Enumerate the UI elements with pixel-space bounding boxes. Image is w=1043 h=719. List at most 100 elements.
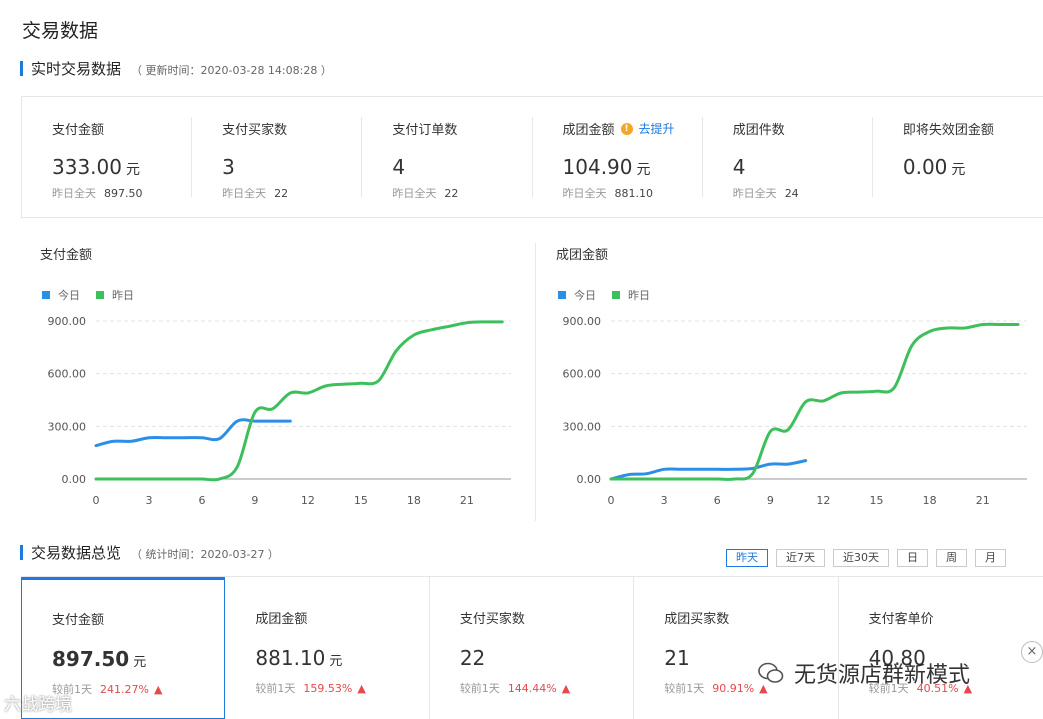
y-tick-label: 600.00 [48, 368, 87, 381]
tab-yesterday[interactable]: 昨天 [726, 549, 768, 567]
tab-last-30-days[interactable]: 近30天 [833, 549, 889, 567]
chart-pay-amount[interactable]: 0.00 300.00 600.00 900.00 0 3 6 9 12 15 18 21 [0, 300, 530, 515]
overview-card-pay-buyers[interactable]: 支付买家数 22 较前1天 144.44% ▲ [430, 577, 635, 719]
y-tick-label: 300.00 [563, 420, 602, 433]
compare-label: 较前1天 [255, 682, 296, 695]
stat-value: 4 [392, 155, 406, 179]
x-tick-label: 3 [145, 494, 152, 507]
legend-swatch [42, 291, 50, 299]
series-line-today[interactable] [609, 459, 808, 481]
stat-sub-value: 897.50 [104, 187, 143, 200]
y-tick-label: 900.00 [563, 315, 602, 328]
overview-card-avg-order-value[interactable]: 支付客单价 40.80 较前1天 40.51% ▲ [839, 577, 1043, 719]
chart-title-group-amount: 成团金额 [556, 248, 609, 263]
stat-label: 支付订单数 [392, 123, 458, 138]
chart-group-amount[interactable]: 0.00 300.00 600.00 900.00 0 3 6 9 12 15 18 21 [540, 300, 1040, 515]
tab-month[interactable]: 月 [975, 549, 1006, 567]
stat-value: 897.50 [52, 647, 130, 671]
realtime-section-title: 实时交易数据 [31, 60, 122, 78]
series-line-yesterday[interactable] [94, 320, 504, 482]
stat-sub-label: 昨日全天 [732, 187, 777, 200]
tab-last-7-days[interactable]: 近7天 [776, 549, 825, 567]
x-tick-label: 21 [460, 494, 474, 507]
stat-sub-label: 昨日全天 [392, 187, 437, 200]
overview-card-group-amount[interactable]: 成团金额 881.10 元 较前1天 159.53% ▲ [225, 577, 430, 719]
stat-sub-label: 昨日全天 [52, 187, 96, 200]
compare-percent: 159.53% [303, 681, 353, 695]
realtime-card-pay-amount: 支付金额 333.00 元 昨日全天 897.50 [22, 97, 193, 217]
arrow-up-icon: ▲ [153, 682, 163, 696]
series-line-yesterday[interactable] [609, 322, 1020, 481]
compare-label: 较前1天 [459, 682, 500, 695]
compare-percent: 90.91% [712, 681, 755, 695]
y-tick-label: 0.00 [62, 473, 87, 486]
stat-unit: 元 [951, 162, 966, 178]
chart-divider [535, 243, 536, 521]
stat-label: 支付买家数 [459, 612, 525, 627]
date-range-tabs: 昨天 近7天 近30天 日 周 月 [726, 549, 1014, 567]
legend-swatch [558, 291, 566, 299]
stat-value: 4 [732, 155, 746, 179]
series-line-today[interactable] [94, 418, 292, 448]
stat-value: 333.00 [52, 155, 122, 179]
stat-label: 成团买家数 [664, 612, 730, 627]
stat-label: 支付金额 [52, 613, 105, 628]
realtime-card-group-items: 成团件数 4 昨日全天 24 [703, 97, 873, 217]
y-tick-label: 600.00 [563, 368, 602, 381]
tab-week[interactable]: 周 [936, 549, 967, 567]
stat-label: 支付客单价 [868, 612, 934, 627]
x-tick-label: 12 [816, 494, 830, 507]
stat-label: 成团件数 [732, 123, 785, 138]
x-tick-label: 9 [251, 494, 258, 507]
stat-value: 3 [222, 155, 235, 179]
stat-sub-value: 22 [274, 187, 289, 200]
wechat-icon [758, 662, 784, 683]
x-tick-label: 6 [198, 494, 205, 507]
y-tick-label: 900.00 [48, 315, 87, 328]
stat-sub-value: 22 [444, 187, 459, 200]
chart-title-pay-amount: 支付金额 [40, 248, 93, 263]
realtime-card-pay-orders: 支付订单数 4 昨日全天 22 [362, 97, 533, 217]
stat-sub-label: 昨日全天 [562, 187, 607, 200]
arrow-up-icon: ▲ [357, 681, 366, 695]
x-tick-label: 15 [870, 494, 884, 507]
overview-stat-time: （ 统计时间：2020-03-27 ） [131, 548, 279, 561]
x-tick-label: 18 [407, 494, 421, 507]
overview-card-group-buyers[interactable]: 成团买家数 21 较前1天 90.91% ▲ [634, 577, 839, 719]
stat-sub-label: 昨日全天 [222, 187, 267, 200]
overview-stats-panel: 支付金额 897.50 元 较前1天 241.27% ▲ 成团金额 881.10 元 较… [21, 576, 1043, 719]
stat-value: 22 [459, 646, 486, 670]
watermark: 无货源店群新模式 [758, 657, 970, 689]
legend-swatch [96, 291, 104, 299]
x-tick-label: 3 [661, 494, 668, 507]
compare-label: 较前1天 [664, 682, 705, 695]
stat-unit: 元 [329, 654, 343, 669]
stat-unit: 元 [636, 162, 651, 178]
stat-label: 成团金额 [562, 123, 615, 138]
x-tick-label: 15 [354, 494, 368, 507]
stat-sub-value: 24 [784, 187, 799, 200]
x-tick-label: 6 [714, 494, 721, 507]
close-icon[interactable]: × [1021, 641, 1043, 663]
stat-label: 即将失效团金额 [902, 123, 994, 138]
section-accent-bar [20, 545, 23, 560]
legend-swatch [612, 291, 620, 299]
stat-label: 成团金额 [255, 612, 308, 627]
overview-section-title: 交易数据总览 [31, 544, 122, 562]
realtime-card-expiring-group: 即将失效团金额 0.00 元 [873, 97, 1043, 217]
compare-percent: 241.27% [100, 682, 149, 696]
stat-label: 支付买家数 [222, 123, 288, 138]
realtime-card-pay-buyers: 支付买家数 3 昨日全天 22 [192, 97, 363, 217]
y-tick-label: 0.00 [577, 473, 602, 486]
boost-link[interactable]: 去提升 [639, 120, 675, 137]
tab-day[interactable]: 日 [897, 549, 928, 567]
stat-unit: 元 [133, 655, 147, 670]
stat-value: 881.10 [255, 646, 326, 670]
y-tick-label: 300.00 [48, 420, 87, 433]
warning-icon: ! [620, 122, 633, 135]
realtime-stats-panel: 支付金额 333.00 元 昨日全天 897.50 支付买家数 3 昨日全天 22 支… [21, 96, 1043, 218]
stat-value: 0.00 [902, 155, 948, 179]
stat-value: 104.90 [562, 155, 633, 179]
x-tick-label: 18 [923, 494, 937, 507]
compare-percent: 144.44% [507, 681, 557, 695]
